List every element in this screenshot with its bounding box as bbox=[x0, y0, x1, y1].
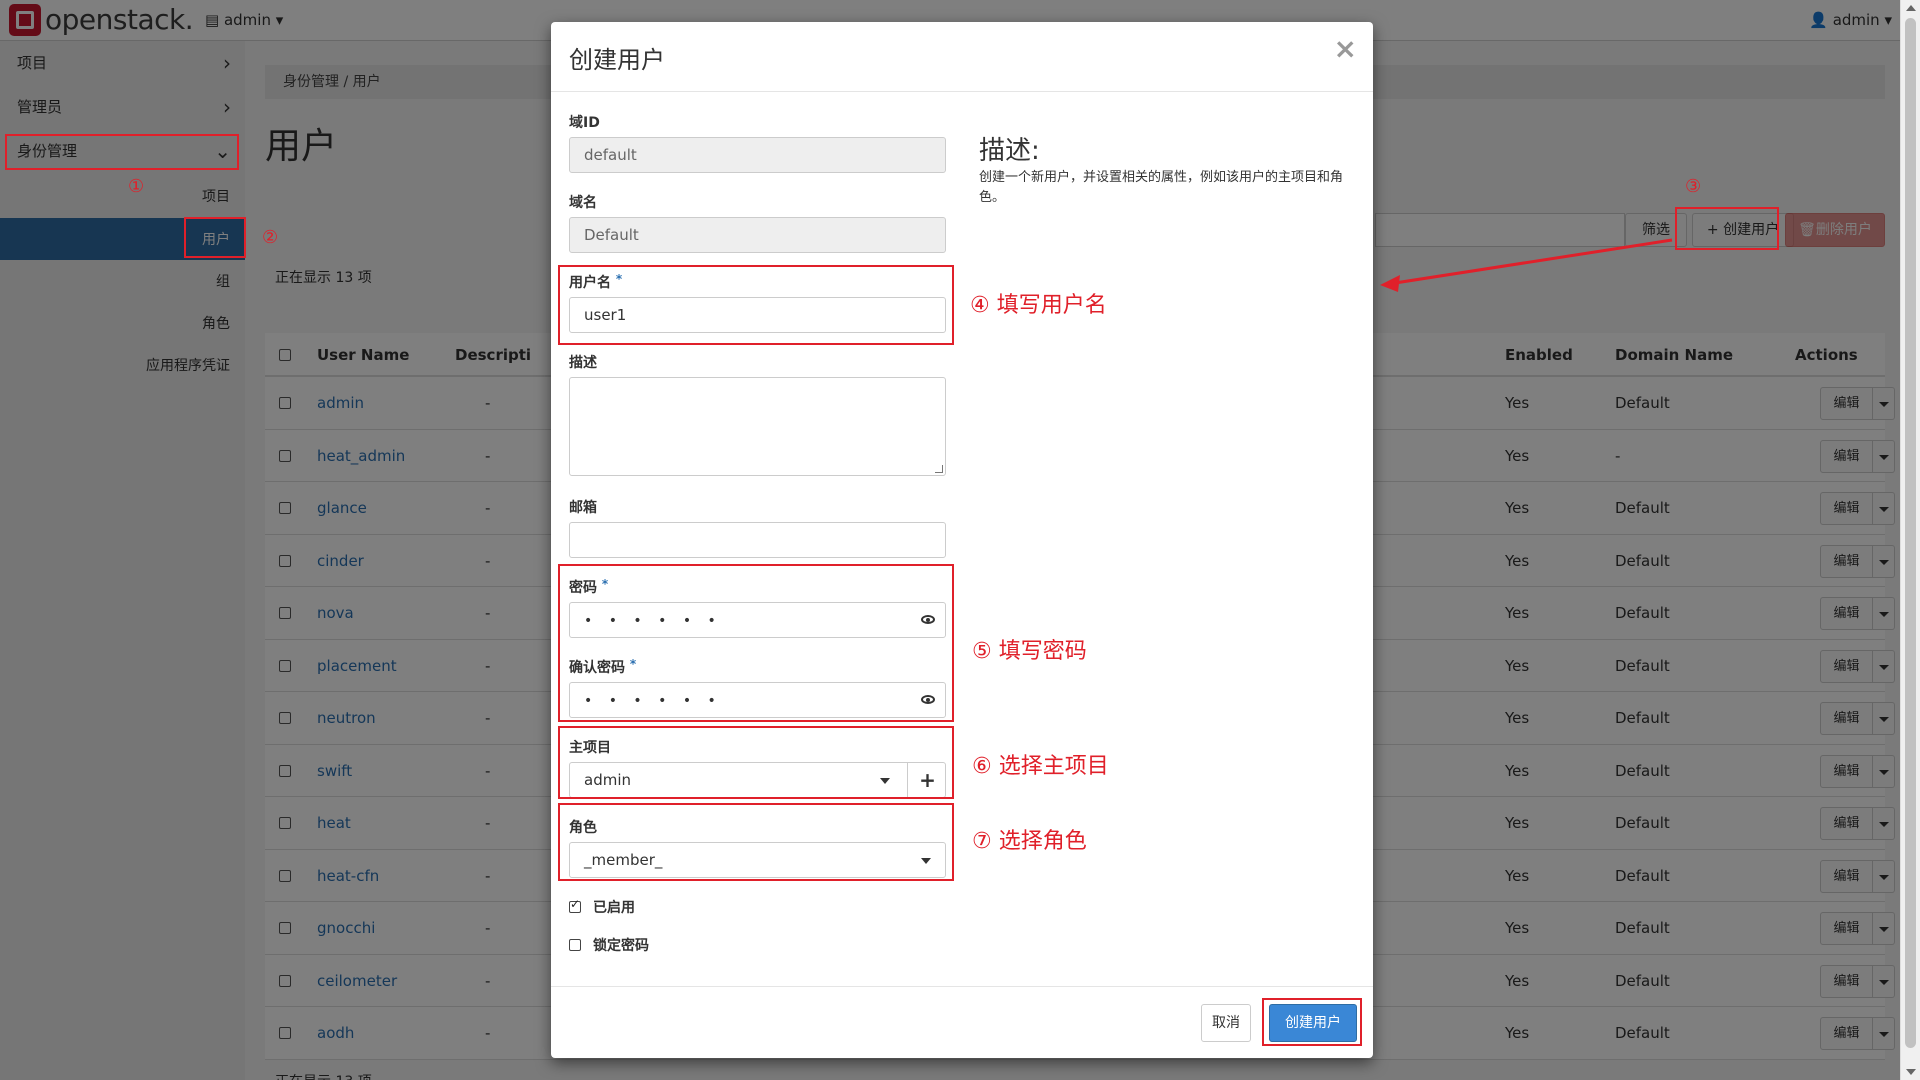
domain-name-label: 域名 bbox=[569, 195, 597, 211]
scroll-up-icon[interactable] bbox=[1906, 5, 1916, 11]
cancel-button[interactable]: 取消 bbox=[1201, 1004, 1251, 1042]
enabled-checkbox[interactable] bbox=[569, 897, 581, 913]
lock-password-label: 锁定密码 bbox=[593, 938, 649, 954]
domain-name-field: Default bbox=[569, 217, 946, 253]
lock-password-checkbox[interactable] bbox=[569, 939, 581, 951]
email-input[interactable] bbox=[569, 522, 946, 558]
domain-id-field: default bbox=[569, 137, 946, 173]
email-label: 邮箱 bbox=[569, 500, 597, 516]
annotation-box-role bbox=[558, 803, 954, 881]
annotation-step-1: ① bbox=[128, 176, 145, 197]
domain-id-label: 域ID bbox=[569, 115, 600, 131]
annotation-step-2: ② bbox=[262, 227, 279, 248]
description-label: 描述 bbox=[569, 355, 597, 371]
close-icon[interactable]: × bbox=[1334, 32, 1357, 65]
annotation-box-submit bbox=[1262, 998, 1362, 1046]
scroll-down-icon[interactable] bbox=[1906, 1069, 1916, 1075]
annotation-box-username bbox=[558, 265, 954, 345]
help-text: 创建一个新用户，并设置相关的属性，例如该用户的主项目和角色。 bbox=[979, 170, 1344, 205]
create-user-modal: 创建用户 × 域ID default 域名 Default 用户名 * user… bbox=[551, 22, 1373, 1058]
annotation-step-6: ⑥ 选择主项目 bbox=[972, 754, 1109, 779]
annotation-box-identity bbox=[5, 134, 239, 170]
annotation-box-project bbox=[558, 726, 954, 799]
annotation-step-5: ⑤ 填写密码 bbox=[972, 639, 1087, 664]
modal-header: 创建用户 × bbox=[551, 22, 1373, 92]
help-title: 描述: bbox=[979, 136, 1040, 166]
resize-handle-icon[interactable] bbox=[935, 465, 943, 473]
description-textarea[interactable] bbox=[569, 377, 946, 476]
annotation-box-create bbox=[1675, 207, 1779, 250]
scroll-thumb[interactable] bbox=[1905, 18, 1916, 1048]
page-scrollbar[interactable] bbox=[1900, 0, 1920, 1080]
modal-title: 创建用户 bbox=[569, 46, 665, 74]
modal-footer: 取消 创建用户 bbox=[551, 986, 1373, 1058]
annotation-step-7: ⑦ 选择角色 bbox=[972, 829, 1087, 854]
annotation-step-3: ③ bbox=[1685, 176, 1702, 197]
enabled-label: 已启用 bbox=[593, 900, 635, 916]
annotation-box-password bbox=[558, 564, 954, 722]
annotation-step-4: ④ 填写用户名 bbox=[970, 293, 1107, 318]
annotation-box-users bbox=[184, 217, 246, 258]
